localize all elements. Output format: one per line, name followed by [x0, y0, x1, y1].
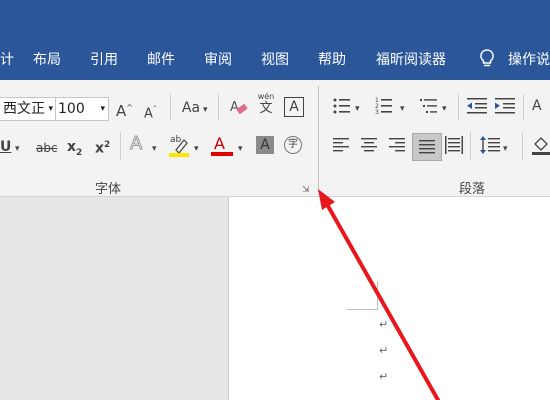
tell-me-search[interactable]: 操作说明 — [508, 51, 550, 69]
svg-text:ab: ab — [170, 135, 182, 145]
change-case-icon[interactable]: Aa — [180, 99, 202, 117]
font-group-label: 字体 — [95, 182, 122, 197]
align-left-icon[interactable] — [333, 138, 349, 157]
clear-formatting-icon[interactable]: A — [228, 97, 248, 124]
divider — [522, 132, 523, 160]
decrease-indent-icon[interactable] — [467, 97, 487, 120]
paragraph-mark: ↵ — [379, 370, 389, 383]
char-shading-glyph: A — [260, 137, 270, 153]
font-name-value: 西文正 — [3, 101, 45, 117]
ribbon-home: 西文正 ▾ 100 ▾ A^ Aˇ Aa ▾ A wén 文 A U ▾ abc… — [0, 80, 550, 197]
align-center-icon[interactable] — [361, 138, 377, 157]
tab-view[interactable]: 视图 — [261, 51, 289, 69]
tab-design[interactable]: 计 — [0, 51, 14, 69]
distributed-icon[interactable] — [445, 136, 463, 159]
chevron-down-icon[interactable]: ▾ — [152, 140, 157, 158]
text-effect-glyph: A — [129, 133, 143, 154]
tab-help[interactable]: 帮助 — [318, 51, 346, 69]
ribbon-tab-bar: 计 布局 引用 邮件 审阅 视图 帮助 福昕阅读器 操作说明 — [0, 0, 550, 80]
shading-icon[interactable] — [532, 135, 550, 160]
tab-layout[interactable]: 布局 — [33, 51, 61, 69]
chevron-down-icon[interactable]: ▾ — [442, 100, 447, 118]
align-right-icon[interactable] — [389, 138, 405, 157]
enclose-characters-icon[interactable]: 字 — [284, 136, 302, 154]
paragraph-mark: ↵ — [379, 344, 389, 357]
svg-text:3: 3 — [375, 109, 379, 115]
divider — [120, 132, 121, 160]
tab-references[interactable]: 引用 — [90, 51, 118, 69]
char-border-glyph: A — [289, 99, 299, 115]
tab-foxit-reader[interactable]: 福昕阅读器 — [376, 51, 446, 69]
svg-text:A: A — [230, 100, 239, 115]
chinese-layout-icon[interactable]: A — [532, 97, 542, 115]
phonetic-top: wén — [257, 92, 275, 101]
enclose-glyph: 字 — [288, 139, 298, 150]
chevron-down-icon[interactable]: ▾ — [203, 101, 208, 119]
phonetic-guide-icon[interactable]: wén 文 — [256, 92, 276, 116]
phonetic-bottom: 文 — [259, 101, 273, 116]
paragraph-group-label: 段落 — [459, 182, 486, 197]
underline-glyph: U — [0, 139, 12, 155]
character-shading-icon[interactable]: A — [256, 136, 274, 154]
subscript-icon[interactable]: x2 — [67, 138, 82, 162]
strikethrough-icon[interactable]: abc — [36, 139, 58, 157]
strike-glyph: abc — [36, 141, 58, 155]
font-size-value: 100 — [58, 101, 85, 117]
line-spacing-icon[interactable] — [480, 136, 500, 159]
superscript-icon[interactable]: x2 — [95, 136, 110, 158]
document-page[interactable]: ↵ ↵ ↵ — [228, 197, 550, 400]
chevron-down-icon[interactable]: ▾ — [238, 140, 243, 158]
tab-mailings[interactable]: 邮件 — [147, 51, 175, 69]
grow-font-icon[interactable]: A^ — [116, 99, 133, 120]
underline-icon[interactable]: U — [0, 138, 11, 156]
grow-font-glyph: A — [116, 102, 127, 120]
highlight-color-icon[interactable]: ab — [168, 132, 192, 163]
chevron-down-icon: ▾ — [100, 104, 105, 114]
multilevel-list-icon[interactable] — [420, 97, 438, 120]
change-case-glyph: Aa — [181, 100, 201, 116]
tab-review[interactable]: 审阅 — [204, 51, 232, 69]
chevron-down-icon[interactable]: ▾ — [400, 100, 405, 118]
divider — [523, 94, 524, 120]
text-effects-icon[interactable]: A — [129, 133, 143, 154]
justify-icon[interactable] — [412, 133, 442, 161]
chevron-down-icon[interactable]: ▾ — [15, 140, 20, 158]
chevron-down-icon[interactable]: ▾ — [194, 140, 199, 158]
increase-indent-icon[interactable] — [495, 97, 515, 120]
shrink-font-glyph: A — [144, 106, 153, 122]
bullets-icon[interactable] — [333, 97, 351, 120]
shrink-font-icon[interactable]: Aˇ — [144, 101, 157, 123]
font-name-dropdown[interactable]: 西文正 ▾ — [0, 97, 56, 121]
character-border-icon[interactable]: A — [284, 97, 304, 117]
chevron-down-icon[interactable]: ▾ — [503, 140, 508, 158]
divider — [470, 132, 471, 160]
paragraph-mark: ↵ — [379, 318, 389, 331]
group-separator — [318, 86, 319, 192]
font-color-icon[interactable]: A — [210, 132, 234, 163]
divider — [458, 94, 459, 120]
svg-text:A: A — [214, 134, 225, 153]
divider — [218, 94, 219, 120]
chevron-down-icon[interactable]: ▾ — [355, 100, 360, 118]
margin-corner-mark — [347, 281, 378, 310]
numbering-icon[interactable]: 123 — [375, 97, 393, 120]
lightbulb-icon[interactable] — [478, 49, 496, 74]
divider — [170, 94, 171, 120]
font-size-dropdown[interactable]: 100 ▾ — [55, 97, 109, 121]
document-area: ↵ ↵ ↵ — [0, 197, 550, 400]
chevron-down-icon: ▾ — [48, 104, 53, 114]
